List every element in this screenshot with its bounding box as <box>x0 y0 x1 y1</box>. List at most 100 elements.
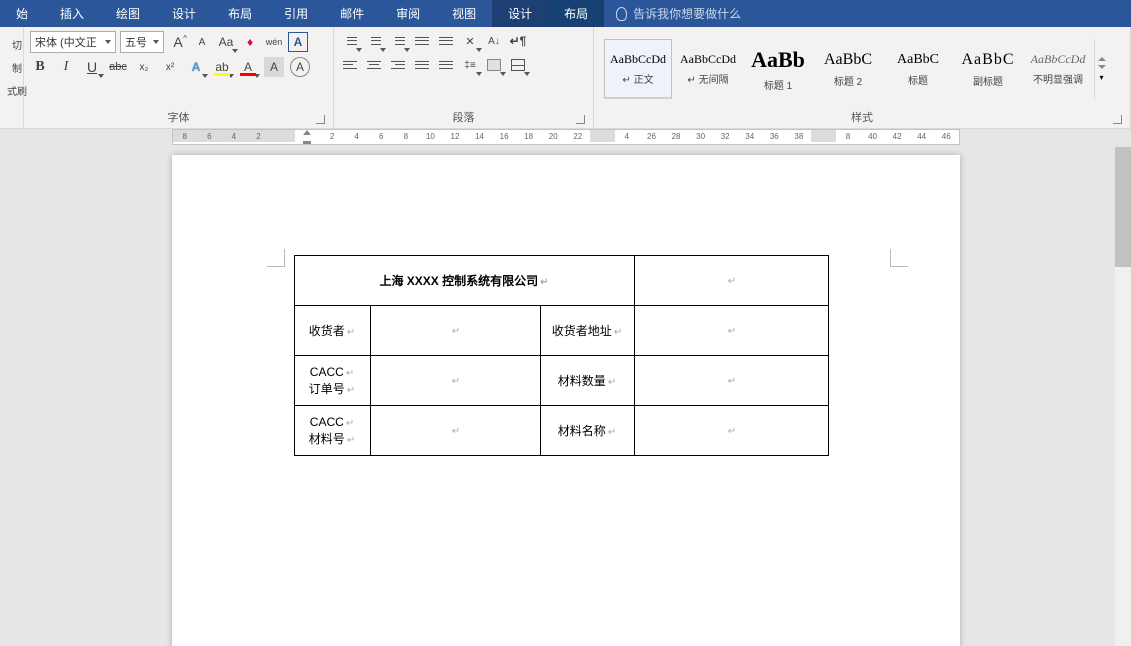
table-cell-orderno-label[interactable]: CACC↵订单号↵ <box>294 356 370 406</box>
change-case-button[interactable]: Aa <box>216 32 236 52</box>
char-border-button[interactable]: A <box>288 32 308 52</box>
char-shading-button[interactable]: A <box>264 57 284 77</box>
tab-view[interactable]: 视图 <box>436 0 492 27</box>
ruler-mark: 36 <box>762 130 787 144</box>
table-cell-qty-value[interactable]: ↵ <box>634 356 828 406</box>
ruler-mark: 42 <box>885 130 910 144</box>
tab-design[interactable]: 设计 <box>156 0 212 27</box>
distribute-button[interactable] <box>436 55 456 75</box>
font-name-combo[interactable]: 宋体 (中文正 <box>30 31 116 53</box>
decrease-indent-button[interactable] <box>412 31 432 51</box>
style-label: 不明显强调 <box>1033 71 1083 86</box>
horizontal-ruler-area: 8642246810121416182022426283032343638840… <box>0 129 1131 147</box>
ruler-mark: 8 <box>836 130 861 144</box>
table-cell-address-label[interactable]: 收货者地址↵ <box>540 306 634 356</box>
copy-button[interactable]: 制 <box>12 60 22 75</box>
highlight-button[interactable]: ab <box>212 57 232 77</box>
style-label: ↵ 无间隔 <box>687 71 728 86</box>
table-cell-address-value[interactable]: ↵ <box>634 306 828 356</box>
italic-button[interactable]: I <box>56 57 76 77</box>
ruler-mark <box>811 130 836 142</box>
ruler-mark: 22 <box>566 130 591 144</box>
align-right-button[interactable] <box>388 55 408 75</box>
document-table[interactable]: 上海 XXXX 控制系统有限公司↵ ↵ 收货者↵ ↵ 收货者地址↵ ↵ CACC… <box>294 255 829 456</box>
borders-button[interactable] <box>508 55 528 75</box>
align-left-button[interactable] <box>340 55 360 75</box>
cut-button[interactable]: 切 <box>12 37 22 52</box>
styles-gallery: AaBbCcDd↵ 正文AaBbCcDd↵ 无间隔AaBb标题 1AaBbC标题… <box>600 31 1124 99</box>
style-preview: AaBb <box>751 47 805 73</box>
styles-more-button[interactable]: ▾ <box>1094 39 1108 99</box>
tell-me-search[interactable]: 告诉我你想要做什么 <box>604 0 753 27</box>
phonetic-guide-button[interactable]: wén <box>264 32 284 52</box>
table-cell-recipient-label[interactable]: 收货者↵ <box>294 306 370 356</box>
tab-table-layout[interactable]: 布局 <box>548 0 604 27</box>
tab-draw[interactable]: 绘图 <box>100 0 156 27</box>
table-cell-qty-label[interactable]: 材料数量↵ <box>540 356 634 406</box>
ribbon: 切 制 式刷 _ 宋体 (中文正 五号 A^ A Aa ♦ wén A B I … <box>0 27 1131 129</box>
style-item-0[interactable]: AaBbCcDd↵ 正文 <box>604 39 672 99</box>
shading-button[interactable] <box>484 55 504 75</box>
increase-indent-button[interactable] <box>436 31 456 51</box>
vertical-scrollbar[interactable] <box>1115 147 1131 646</box>
table-cell-materialno-label[interactable]: CACC↵材料号↵ <box>294 406 370 456</box>
font-size-combo[interactable]: 五号 <box>120 31 164 53</box>
document-canvas[interactable]: 上海 XXXX 控制系统有限公司↵ ↵ 收货者↵ ↵ 收货者地址↵ ↵ CACC… <box>0 147 1131 646</box>
group-font: 宋体 (中文正 五号 A^ A Aa ♦ wén A B I U abc x₂ … <box>24 27 334 128</box>
subscript-button[interactable]: x₂ <box>134 57 154 77</box>
ruler-mark: 26 <box>639 130 664 144</box>
scrollbar-thumb[interactable] <box>1115 147 1131 267</box>
ruler-mark: 16 <box>492 130 517 144</box>
document-page[interactable]: 上海 XXXX 控制系统有限公司↵ ↵ 收货者↵ ↵ 收货者地址↵ ↵ CACC… <box>172 155 960 646</box>
tab-home[interactable]: 始 <box>0 0 44 27</box>
tab-review[interactable]: 审阅 <box>380 0 436 27</box>
tab-table-design[interactable]: 设计 <box>492 0 548 27</box>
group-styles: AaBbCcDd↵ 正文AaBbCcDd↵ 无间隔AaBb标题 1AaBbC标题… <box>594 27 1131 128</box>
tab-mailings[interactable]: 邮件 <box>324 0 380 27</box>
clear-format-button[interactable]: ♦ <box>240 32 260 52</box>
line-spacing-button[interactable]: ‡≡ <box>460 55 480 75</box>
tab-layout[interactable]: 布局 <box>212 0 268 27</box>
align-center-button[interactable] <box>364 55 384 75</box>
sort-button[interactable]: A↓ <box>484 31 504 51</box>
ruler-mark <box>271 130 296 142</box>
style-item-3[interactable]: AaBbC标题 2 <box>814 39 882 99</box>
asian-layout-button[interactable]: ✕ <box>460 31 480 51</box>
table-title-right-cell[interactable]: ↵ <box>634 256 828 306</box>
underline-button[interactable]: U <box>82 57 102 77</box>
table-title-cell[interactable]: 上海 XXXX 控制系统有限公司↵ <box>294 256 634 306</box>
style-preview: AaBbC <box>962 51 1015 69</box>
style-item-4[interactable]: AaBbC标题 <box>884 39 952 99</box>
strikethrough-button[interactable]: abc <box>108 57 128 77</box>
table-cell-recipient-value[interactable]: ↵ <box>370 306 540 356</box>
style-item-6[interactable]: AaBbCcDd不明显强调 <box>1024 39 1092 99</box>
show-hide-button[interactable]: ↵¶ <box>508 31 528 51</box>
superscript-button[interactable]: x² <box>160 57 180 77</box>
table-cell-orderno-value[interactable]: ↵ <box>370 356 540 406</box>
ruler-mark: 8 <box>173 130 198 142</box>
ruler-mark: 2 <box>246 130 271 142</box>
grow-font-button[interactable]: A^ <box>168 32 188 52</box>
table-cell-materialname-value[interactable]: ↵ <box>634 406 828 456</box>
multilevel-button[interactable] <box>388 31 408 51</box>
table-cell-materialname-label[interactable]: 材料名称↵ <box>540 406 634 456</box>
style-preview: AaBbCcDd <box>680 52 736 67</box>
tab-references[interactable]: 引用 <box>268 0 324 27</box>
font-color-button[interactable]: A <box>238 57 258 77</box>
ruler-mark: 46 <box>934 130 959 144</box>
justify-button[interactable] <box>412 55 432 75</box>
style-item-1[interactable]: AaBbCcDd ↵ 无间隔 <box>674 39 742 99</box>
table-cell-materialno-value[interactable]: ↵ <box>370 406 540 456</box>
ruler-mark: 12 <box>443 130 468 144</box>
style-item-5[interactable]: AaBbC副标题 <box>954 39 1022 99</box>
shrink-font-button[interactable]: A <box>192 32 212 52</box>
horizontal-ruler[interactable]: 8642246810121416182022426283032343638840… <box>172 129 960 145</box>
ruler-mark: 4 <box>344 130 369 144</box>
text-effects-button[interactable]: A <box>186 57 206 77</box>
bullets-button[interactable] <box>340 31 360 51</box>
bold-button[interactable]: B <box>30 57 50 77</box>
numbering-button[interactable] <box>364 31 384 51</box>
tab-insert[interactable]: 插入 <box>44 0 100 27</box>
style-item-2[interactable]: AaBb标题 1 <box>744 39 812 99</box>
enclose-char-button[interactable]: A <box>290 57 310 77</box>
